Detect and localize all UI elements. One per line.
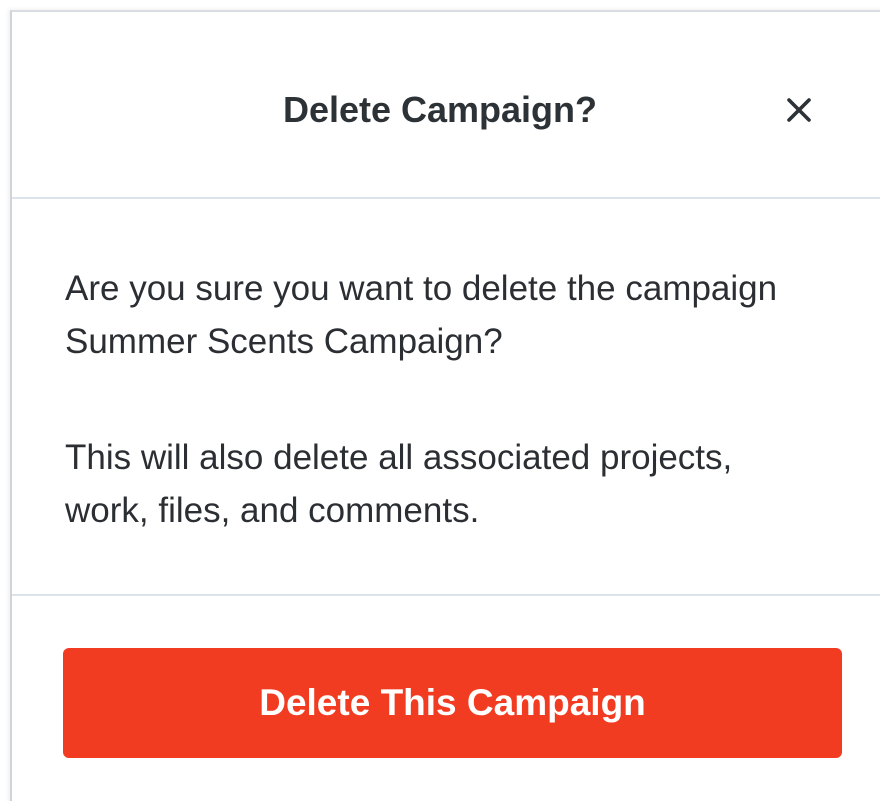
modal-body: Are you sure you want to delete the camp… [12, 199, 880, 596]
modal-footer: Delete This Campaign [12, 596, 880, 801]
warning-message: This will also delete all associated pro… [65, 438, 733, 530]
delete-campaign-button[interactable]: Delete This Campaign [63, 648, 842, 758]
close-button[interactable] [776, 87, 822, 133]
confirmation-message: Are you sure you want to delete the camp… [65, 269, 778, 361]
modal-title: Delete Campaign? [282, 89, 598, 130]
delete-campaign-modal: Delete Campaign? Are you sure you want t… [10, 10, 880, 801]
modal-header: Delete Campaign? [12, 12, 880, 199]
close-icon [787, 98, 811, 122]
